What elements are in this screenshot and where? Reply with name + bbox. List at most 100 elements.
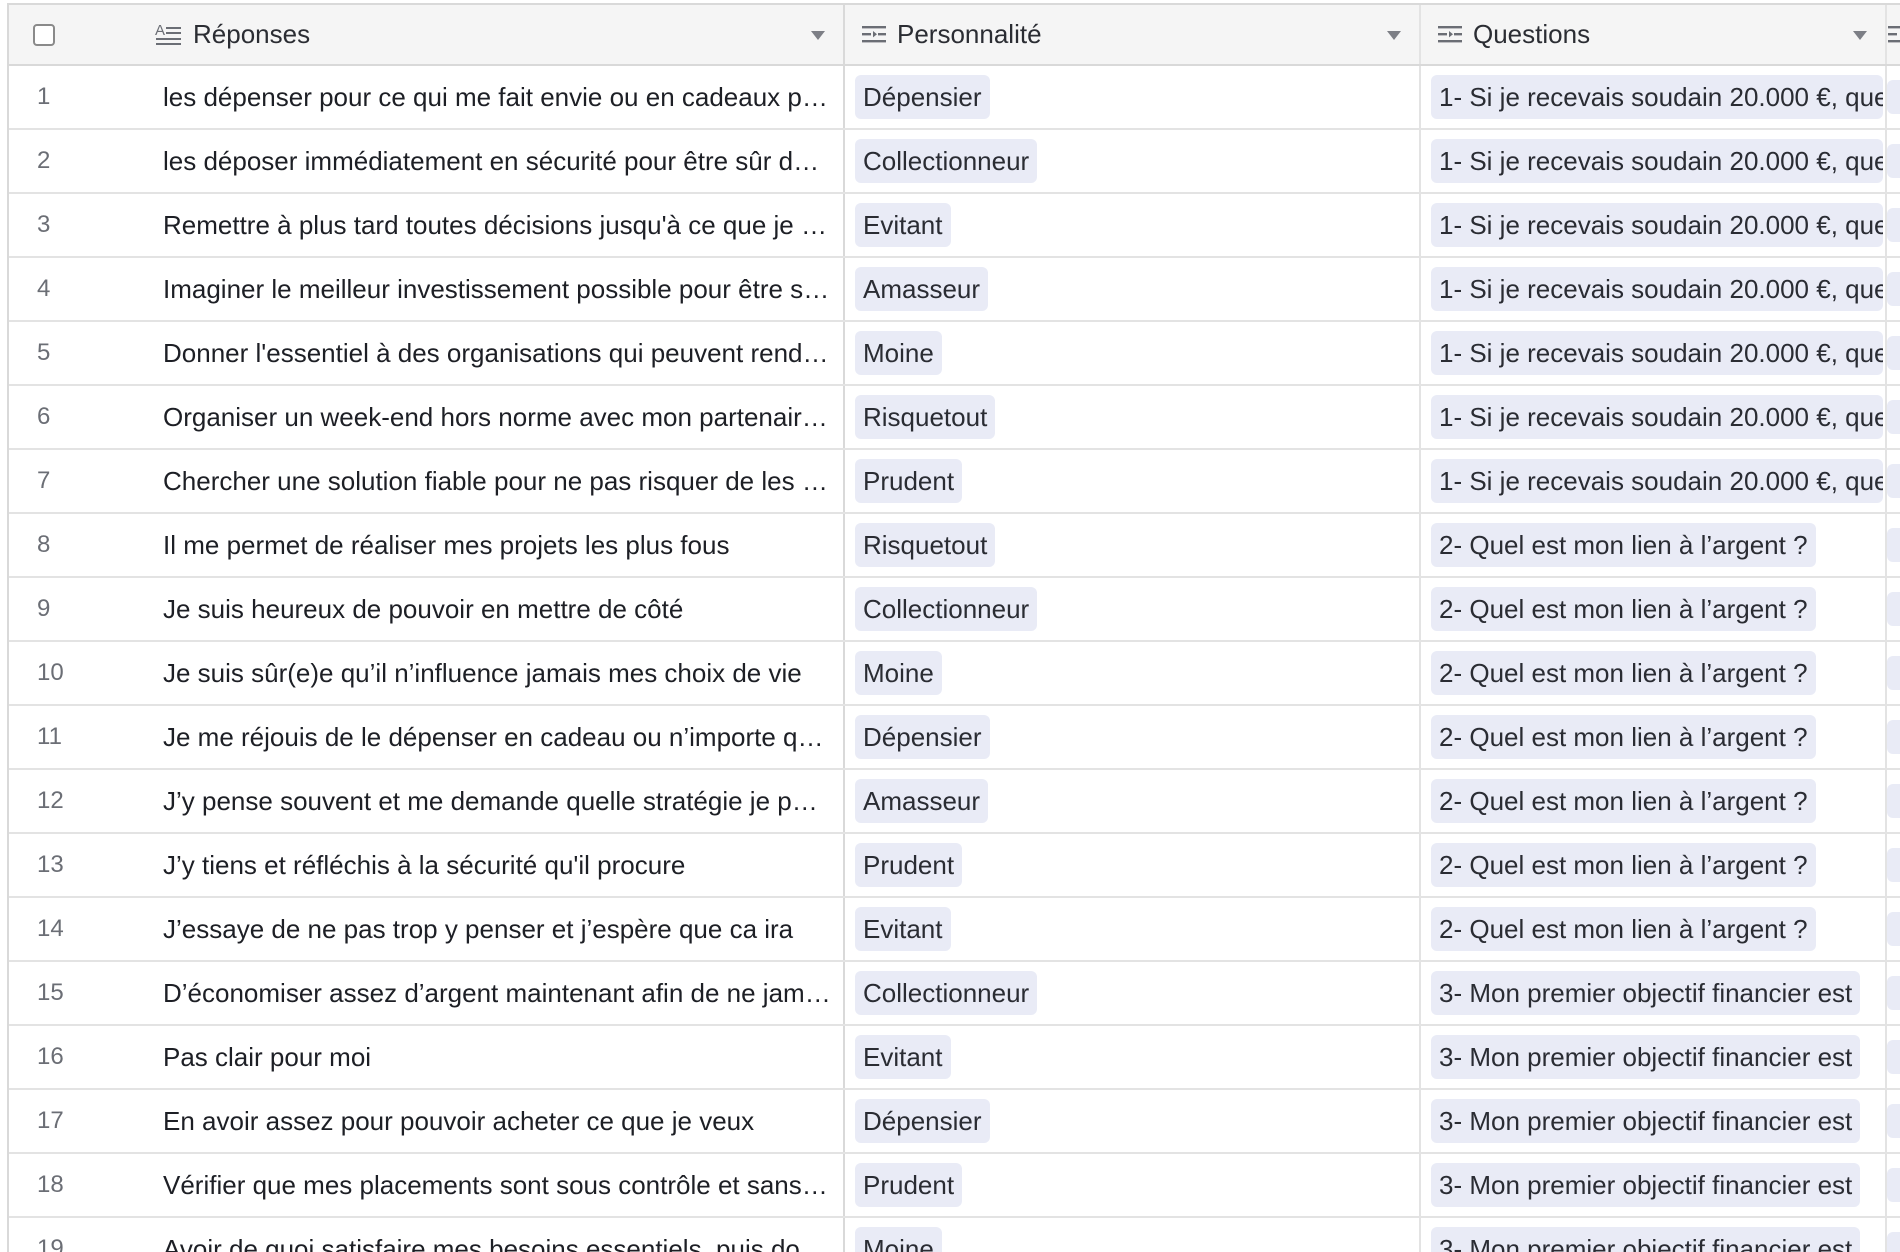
- next-column-cell[interactable]: [1887, 66, 1900, 128]
- table-row[interactable]: 5 Donner l'essentiel à des organisations …: [9, 322, 1900, 386]
- personnalite-cell[interactable]: Prudent: [845, 1154, 1421, 1216]
- personnalite-tag[interactable]: Prudent: [855, 843, 963, 887]
- question-cell[interactable]: 3- Mon premier objectif financier est: [1421, 1154, 1887, 1216]
- reponse-cell[interactable]: Vérifier que mes placements sont sous co…: [139, 1154, 845, 1216]
- reponse-cell[interactable]: Je suis heureux de pouvoir en mettre de …: [139, 578, 845, 640]
- personnalite-cell[interactable]: Dépensier: [845, 66, 1421, 128]
- question-tag[interactable]: 3- Mon premier objectif financier est: [1431, 1163, 1861, 1207]
- table-row[interactable]: 1 les dépenser pour ce qui me fait envie …: [9, 66, 1900, 130]
- next-column-cell[interactable]: [1887, 322, 1900, 384]
- personnalite-cell[interactable]: Moine: [845, 642, 1421, 704]
- personnalite-tag[interactable]: Collectionneur: [855, 971, 1038, 1015]
- table-row[interactable]: 11 Je me réjouis de le dépenser en cadeau…: [9, 706, 1900, 770]
- linked-record-chip[interactable]: [1887, 1040, 1900, 1074]
- linked-record-chip[interactable]: [1887, 1232, 1900, 1252]
- question-tag[interactable]: 1- Si je recevais soudain 20.000 €, que …: [1431, 459, 1883, 503]
- question-cell[interactable]: 2- Quel est mon lien à l’argent ?: [1421, 706, 1887, 768]
- table-row[interactable]: 8 Il me permet de réaliser mes projets le…: [9, 514, 1900, 578]
- personnalite-cell[interactable]: Collectionneur: [845, 130, 1421, 192]
- question-cell[interactable]: 2- Quel est mon lien à l’argent ?: [1421, 770, 1887, 832]
- next-column-cell[interactable]: [1887, 1218, 1900, 1252]
- next-column-cell[interactable]: [1887, 130, 1900, 192]
- table-row[interactable]: 12 J’y pense souvent et me demande quelle…: [9, 770, 1900, 834]
- table-row[interactable]: 19 Avoir de quoi satisfaire mes besoins e…: [9, 1218, 1900, 1252]
- next-column-cell[interactable]: [1887, 514, 1900, 576]
- question-cell[interactable]: 1- Si je recevais soudain 20.000 €, que …: [1421, 258, 1887, 320]
- question-tag[interactable]: 1- Si je recevais soudain 20.000 €, que …: [1431, 267, 1883, 311]
- table-row[interactable]: 7 Chercher une solution fiable pour ne pa…: [9, 450, 1900, 514]
- personnalite-tag[interactable]: Amasseur: [855, 267, 989, 311]
- next-column-cell[interactable]: [1887, 450, 1900, 512]
- personnalite-cell[interactable]: Collectionneur: [845, 962, 1421, 1024]
- personnalite-tag[interactable]: Evitant: [855, 1035, 951, 1079]
- next-column-cell[interactable]: [1887, 706, 1900, 768]
- next-column-cell[interactable]: [1887, 578, 1900, 640]
- personnalite-tag[interactable]: Evitant: [855, 907, 951, 951]
- question-tag[interactable]: 2- Quel est mon lien à l’argent ?: [1431, 907, 1816, 951]
- reponse-cell[interactable]: J’y tiens et réfléchis à la sécurité qu'…: [139, 834, 845, 896]
- personnalite-cell[interactable]: Evitant: [845, 194, 1421, 256]
- chevron-down-icon[interactable]: [1387, 31, 1401, 40]
- reponse-cell[interactable]: J’essaye de ne pas trop y penser et j’es…: [139, 898, 845, 960]
- reponse-cell[interactable]: Donner l'essentiel à des organisations q…: [139, 322, 845, 384]
- linked-record-chip[interactable]: [1887, 848, 1900, 882]
- personnalite-tag[interactable]: Risquetout: [855, 395, 996, 439]
- question-cell[interactable]: 2- Quel est mon lien à l’argent ?: [1421, 834, 1887, 896]
- linked-record-chip[interactable]: [1887, 720, 1900, 754]
- personnalite-tag[interactable]: Amasseur: [855, 779, 989, 823]
- personnalite-tag[interactable]: Collectionneur: [855, 139, 1038, 183]
- personnalite-tag[interactable]: Evitant: [855, 203, 951, 247]
- question-tag[interactable]: 3- Mon premier objectif financier est: [1431, 1035, 1861, 1079]
- question-tag[interactable]: 3- Mon premier objectif financier est: [1431, 1227, 1861, 1252]
- linked-record-chip[interactable]: [1887, 528, 1900, 562]
- personnalite-tag[interactable]: Collectionneur: [855, 587, 1038, 631]
- personnalite-cell[interactable]: Collectionneur: [845, 578, 1421, 640]
- linked-record-chip[interactable]: [1887, 1168, 1900, 1202]
- column-header-reponses[interactable]: A Réponses: [139, 5, 845, 64]
- table-row[interactable]: 9 Je suis heureux de pouvoir en mettre de…: [9, 578, 1900, 642]
- reponse-cell[interactable]: Avoir de quoi satisfaire mes besoins ess…: [139, 1218, 845, 1252]
- question-tag[interactable]: 2- Quel est mon lien à l’argent ?: [1431, 587, 1816, 631]
- reponse-cell[interactable]: Pas clair pour moi: [139, 1026, 845, 1088]
- personnalite-tag[interactable]: Dépensier: [855, 75, 990, 119]
- reponse-cell[interactable]: Chercher une solution fiable pour ne pas…: [139, 450, 845, 512]
- personnalite-tag[interactable]: Moine: [855, 1227, 942, 1252]
- question-cell[interactable]: 1- Si je recevais soudain 20.000 €, que …: [1421, 386, 1887, 448]
- reponse-cell[interactable]: D’économiser assez d’argent maintenant a…: [139, 962, 845, 1024]
- linked-record-chip[interactable]: [1887, 272, 1900, 306]
- table-row[interactable]: 16 Pas clair pour moi Evitant 3- Mon premie…: [9, 1026, 1900, 1090]
- reponse-cell[interactable]: Remettre à plus tard toutes décisions ju…: [139, 194, 845, 256]
- question-tag[interactable]: 1- Si je recevais soudain 20.000 €, que …: [1431, 75, 1883, 119]
- question-tag[interactable]: 1- Si je recevais soudain 20.000 €, que …: [1431, 395, 1883, 439]
- column-header-personnalite[interactable]: Personnalité: [845, 5, 1421, 64]
- reponse-cell[interactable]: Je suis sûr(e)e qu’il n’influence jamais…: [139, 642, 845, 704]
- personnalite-cell[interactable]: Moine: [845, 322, 1421, 384]
- linked-record-chip[interactable]: [1887, 400, 1900, 434]
- reponse-cell[interactable]: En avoir assez pour pouvoir acheter ce q…: [139, 1090, 845, 1152]
- reponse-cell[interactable]: Organiser un week-end hors norme avec mo…: [139, 386, 845, 448]
- select-all-checkbox[interactable]: [33, 23, 55, 46]
- table-row[interactable]: 14 J’essaye de ne pas trop y penser et j’…: [9, 898, 1900, 962]
- question-cell[interactable]: 3- Mon premier objectif financier est: [1421, 1026, 1887, 1088]
- personnalite-cell[interactable]: Dépensier: [845, 706, 1421, 768]
- next-column-cell[interactable]: [1887, 1090, 1900, 1152]
- table-row[interactable]: 15 D’économiser assez d’argent maintenant…: [9, 962, 1900, 1026]
- question-tag[interactable]: 1- Si je recevais soudain 20.000 €, que …: [1431, 203, 1883, 247]
- reponse-cell[interactable]: J’y pense souvent et me demande quelle s…: [139, 770, 845, 832]
- chevron-down-icon[interactable]: [1853, 31, 1867, 40]
- question-tag[interactable]: 2- Quel est mon lien à l’argent ?: [1431, 843, 1816, 887]
- question-cell[interactable]: 1- Si je recevais soudain 20.000 €, que …: [1421, 130, 1887, 192]
- personnalite-cell[interactable]: Moine: [845, 1218, 1421, 1252]
- chevron-down-icon[interactable]: [811, 31, 825, 40]
- question-cell[interactable]: 1- Si je recevais soudain 20.000 €, que …: [1421, 194, 1887, 256]
- personnalite-tag[interactable]: Prudent: [855, 1163, 963, 1207]
- next-column-cell[interactable]: [1887, 898, 1900, 960]
- question-tag[interactable]: 3- Mon premier objectif financier est: [1431, 1099, 1861, 1143]
- question-cell[interactable]: 3- Mon premier objectif financier est: [1421, 1090, 1887, 1152]
- question-tag[interactable]: 1- Si je recevais soudain 20.000 €, que …: [1431, 331, 1883, 375]
- linked-record-chip[interactable]: [1887, 784, 1900, 818]
- personnalite-cell[interactable]: Amasseur: [845, 770, 1421, 832]
- question-cell[interactable]: 1- Si je recevais soudain 20.000 €, que …: [1421, 66, 1887, 128]
- personnalite-cell[interactable]: Evitant: [845, 1026, 1421, 1088]
- next-column-cell[interactable]: [1887, 770, 1900, 832]
